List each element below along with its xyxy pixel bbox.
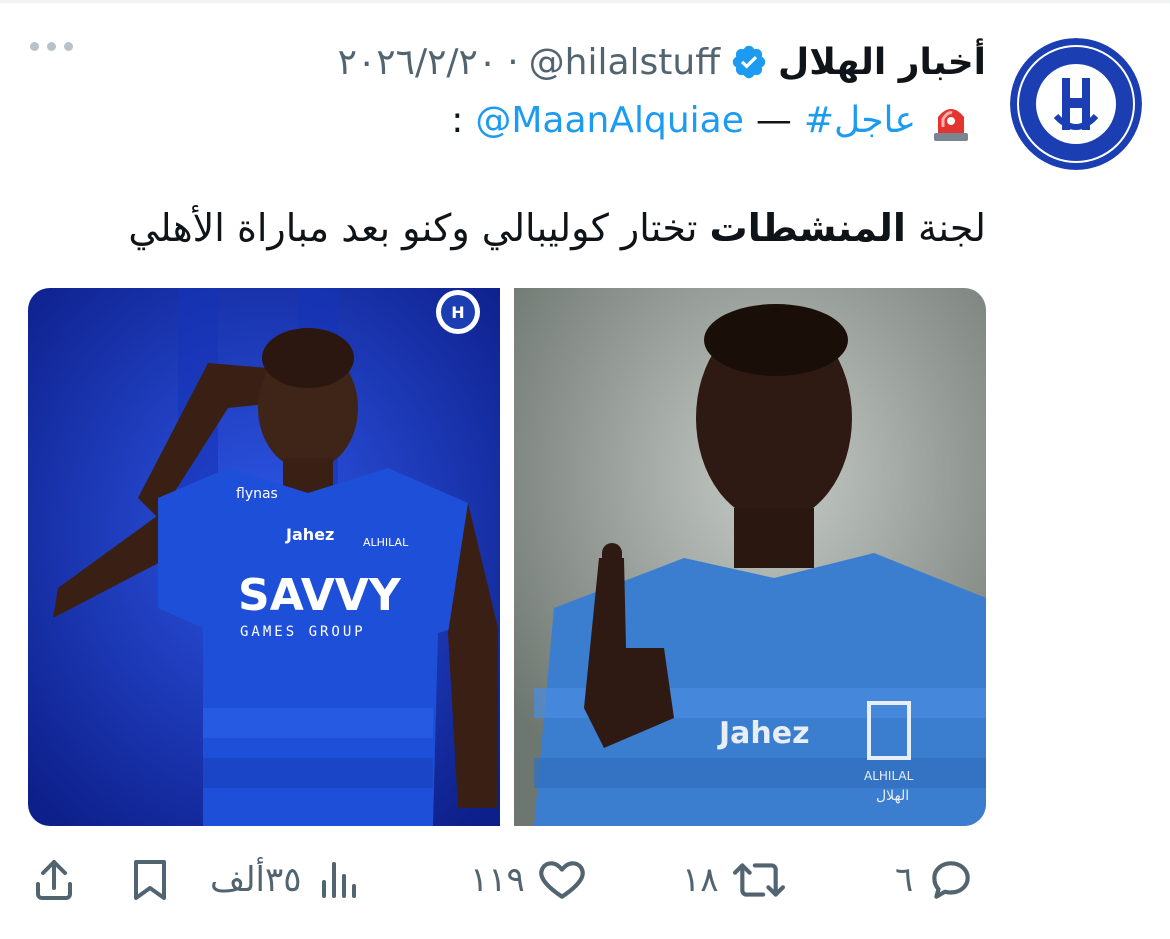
handle[interactable]: @hilalstuff xyxy=(529,42,720,83)
retweet-count: ١٨ xyxy=(682,860,719,900)
heart-icon xyxy=(537,855,587,905)
more-icon[interactable] xyxy=(30,42,73,51)
reply-button[interactable]: ٦ xyxy=(895,840,977,920)
share-icon xyxy=(30,856,78,904)
retweet-icon xyxy=(731,855,787,905)
top-divider xyxy=(0,0,1170,3)
reply-icon xyxy=(925,855,977,905)
display-name[interactable]: أخبار الهلال xyxy=(778,42,986,83)
like-button[interactable]: ١١٩ xyxy=(470,840,587,920)
views-button[interactable]: ٣٥ألف xyxy=(210,840,362,920)
avatar[interactable] xyxy=(1010,38,1142,170)
media-image-left[interactable]: H flynas Jahez ALHILAL SAVVY GAMES GROUP xyxy=(28,288,500,826)
left-shirt-main: SAVVY xyxy=(238,570,402,621)
colon: : xyxy=(451,99,464,141)
like-count: ١١٩ xyxy=(470,860,525,900)
text-before: لجنة xyxy=(918,206,986,250)
right-club-en: ALHILAL xyxy=(864,769,914,783)
retweet-button[interactable]: ١٨ xyxy=(682,840,787,920)
reply-count: ٦ xyxy=(895,860,914,900)
separator-dot: · xyxy=(507,41,519,83)
views-icon xyxy=(314,856,362,904)
right-club-ar: الهلال xyxy=(876,788,909,804)
hashtag-link[interactable]: #عاجل xyxy=(804,100,916,141)
siren-emoji xyxy=(928,97,974,143)
left-sponsor-2: Jahez xyxy=(285,525,334,544)
media-image-right[interactable]: Jahez ALHILAL الهلال xyxy=(514,288,986,826)
verified-badge-icon xyxy=(730,43,768,81)
tweet-header: أخبار الهلال @hilalstuff · ٢٠٢٦/٢/٢٠ xyxy=(338,34,986,90)
tweet-intro-line: #عاجل — @MaanAlquiae : xyxy=(451,95,974,145)
media-divider xyxy=(500,288,514,826)
left-shirt-sub: GAMES GROUP xyxy=(240,624,366,640)
text-after: تختار كوليبالي وكنو بعد مباراة الأهلي xyxy=(128,206,698,250)
svg-text:H: H xyxy=(451,303,464,322)
action-bar: ٣٥ألف ١١٩ ١٨ ٦ xyxy=(0,840,1170,920)
views-count: ٣٥ألف xyxy=(210,860,302,900)
tweet-date[interactable]: ٢٠٢٦/٢/٢٠ xyxy=(338,42,498,83)
left-club-en: ALHILAL xyxy=(363,536,409,549)
tweet-text: لجنة المنشطات تختار كوليبالي وكنو بعد مب… xyxy=(128,206,986,250)
mention-link[interactable]: @MaanAlquiae xyxy=(475,100,744,141)
bookmark-button[interactable] xyxy=(126,840,174,920)
share-button[interactable] xyxy=(30,840,78,920)
dash: — xyxy=(755,99,792,141)
left-sponsor-1: flynas xyxy=(236,486,278,502)
media-grid: H flynas Jahez ALHILAL SAVVY GAMES GROUP xyxy=(28,288,986,826)
text-bold: المنشطات xyxy=(709,206,906,250)
bookmark-icon xyxy=(126,856,174,904)
right-sponsor: Jahez xyxy=(717,716,810,751)
